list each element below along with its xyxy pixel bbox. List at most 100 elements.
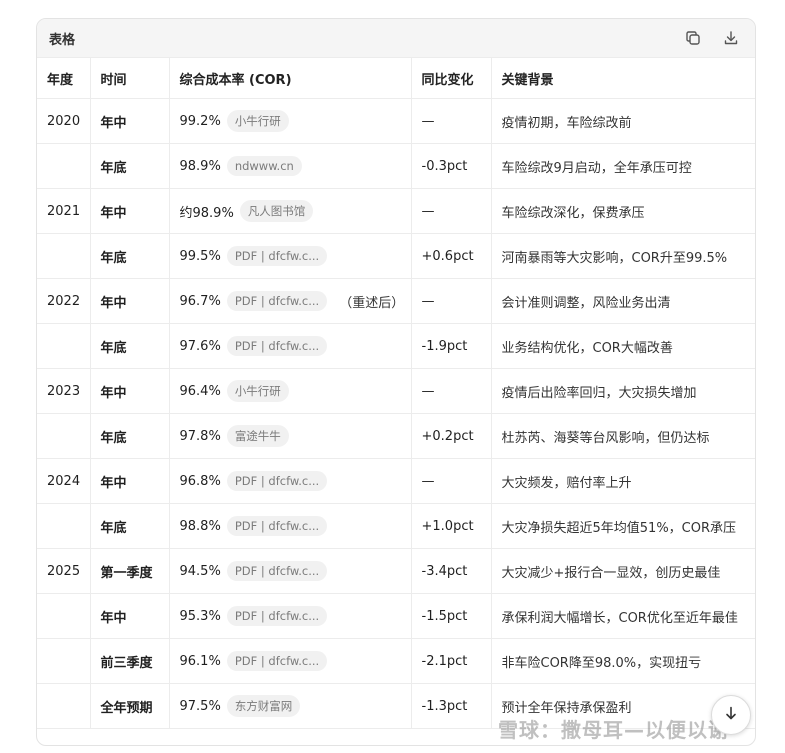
cell-cor: 97.5% 东方财富网 [169, 683, 412, 729]
table-row: 2022 年中 96.7% PDF | dfcfw.c... （重述后） — 会计准则调整，… [37, 278, 755, 324]
cell-year: 2022 [37, 278, 91, 324]
cell-year: 2023 [37, 368, 91, 414]
cell-time: 年中 [90, 188, 170, 234]
cell-change: -1.5pct [411, 593, 492, 639]
cell-cor: 96.8% PDF | dfcfw.c... [169, 458, 412, 504]
cell-cor: 96.7% PDF | dfcfw.c... （重述后） [169, 278, 412, 324]
table-header-row: 年度 时间 综合成本率 (COR) 同比变化 关键背景 [37, 58, 755, 99]
source-chip[interactable]: 富途牛牛 [226, 425, 289, 447]
cor-value: 约98.9% [179, 205, 234, 221]
cell-cor: 98.8% PDF | dfcfw.c... [169, 503, 412, 549]
cell-change: -1.9pct [411, 323, 492, 369]
cell-year [37, 233, 91, 279]
cell-background: 非车险COR降至98.0%，实现扭亏 [491, 638, 755, 684]
cell-background: 河南暴雨等大灾影响，COR升至99.5% [491, 233, 755, 279]
cell-change: — [411, 188, 492, 234]
cell-time: 第一季度 [90, 548, 170, 594]
cell-cor: 96.1% PDF | dfcfw.c... [169, 638, 412, 684]
header-year: 年度 [37, 58, 91, 99]
table-row: 年底 98.8% PDF | dfcfw.c... +1.0pct 大灾净损失超近5年均… [37, 503, 755, 549]
cell-year: 2025 [37, 548, 91, 594]
source-chip[interactable]: PDF | dfcfw.c... [226, 471, 328, 491]
cell-change: — [411, 458, 492, 504]
cell-year [37, 143, 91, 189]
copy-icon[interactable] [683, 28, 703, 48]
table-row: 2025 第一季度 94.5% PDF | dfcfw.c... -3.4pct 大灾减少… [37, 548, 755, 594]
cell-change: +0.2pct [411, 413, 492, 459]
cell-year: 2020 [37, 98, 91, 144]
scroll-down-button[interactable] [711, 695, 751, 735]
data-table: 年度 时间 综合成本率 (COR) 同比变化 关键背景 2020 年中 99.2% 小… [37, 58, 755, 729]
cell-time: 年中 [90, 593, 170, 639]
arrow-down-icon [723, 705, 739, 725]
source-chip[interactable]: PDF | dfcfw.c... [226, 651, 328, 671]
cor-value: 99.2% [179, 113, 221, 129]
cell-time: 年中 [90, 278, 170, 324]
cell-year [37, 503, 91, 549]
cell-background: 大灾减少+报行合一显效，创历史最佳 [491, 548, 755, 594]
header-time: 时间 [90, 58, 170, 99]
cell-background: 疫情初期，车险综改前 [491, 98, 755, 144]
source-chip[interactable]: PDF | dfcfw.c... [226, 336, 328, 356]
cell-change: — [411, 98, 492, 144]
cell-year [37, 323, 91, 369]
card-title: 表格 [49, 32, 76, 48]
cell-background: 会计准则调整，风险业务出清 [491, 278, 755, 324]
table-row: 年底 98.9% ndwww.cn -0.3pct 车险综改9月启动，全年承压可控 [37, 143, 755, 189]
cor-note: （重述后） [339, 295, 405, 311]
cell-time: 年底 [90, 503, 170, 549]
source-chip[interactable]: ndwww.cn [226, 156, 302, 176]
cor-value: 99.5% [179, 248, 221, 264]
cell-year [37, 593, 91, 639]
cell-year: 2021 [37, 188, 91, 234]
download-icon[interactable] [721, 28, 741, 48]
cell-change: -1.3pct [411, 683, 492, 729]
source-chip[interactable]: 凡人图书馆 [239, 200, 314, 222]
table-row: 2024 年中 96.8% PDF | dfcfw.c... — 大灾频发，赔付率上升 [37, 458, 755, 504]
cor-value: 98.8% [179, 518, 221, 534]
source-chip[interactable]: PDF | dfcfw.c... [226, 516, 328, 536]
cell-background: 疫情后出险率回归，大灾损失增加 [491, 368, 755, 414]
cell-background: 车险综改9月启动，全年承压可控 [491, 143, 755, 189]
cell-time: 全年预期 [90, 683, 170, 729]
cell-time: 年中 [90, 368, 170, 414]
cell-cor: 99.5% PDF | dfcfw.c... [169, 233, 412, 279]
table-row: 2020 年中 99.2% 小牛行研 — 疫情初期，车险综改前 [37, 98, 755, 144]
cell-cor: 约98.9% 凡人图书馆 [169, 188, 412, 234]
cell-time: 年底 [90, 323, 170, 369]
cell-year [37, 638, 91, 684]
cell-year [37, 413, 91, 459]
cor-value: 96.4% [179, 383, 221, 399]
cell-background: 业务结构优化，COR大幅改善 [491, 323, 755, 369]
cell-year [37, 683, 91, 729]
source-chip[interactable]: 小牛行研 [226, 380, 289, 402]
card-header: 表格 [37, 19, 755, 58]
table-row: 年底 97.6% PDF | dfcfw.c... -1.9pct 业务结构优化，COR… [37, 323, 755, 369]
source-chip[interactable]: PDF | dfcfw.c... [226, 291, 328, 311]
cell-change: -3.4pct [411, 548, 492, 594]
cell-background: 杜苏芮、海葵等台风影响，但仍达标 [491, 413, 755, 459]
header-change: 同比变化 [411, 58, 492, 99]
source-chip[interactable]: PDF | dfcfw.c... [226, 606, 328, 626]
cell-time: 年底 [90, 143, 170, 189]
cor-value: 96.8% [179, 473, 221, 489]
cell-cor: 94.5% PDF | dfcfw.c... [169, 548, 412, 594]
cell-time: 年中 [90, 98, 170, 144]
table-row: 年中 95.3% PDF | dfcfw.c... -1.5pct 承保利润大幅增长，C… [37, 593, 755, 639]
cell-cor: 95.3% PDF | dfcfw.c... [169, 593, 412, 639]
cell-change: +1.0pct [411, 503, 492, 549]
source-chip[interactable]: 东方财富网 [226, 695, 301, 717]
header-cor: 综合成本率 (COR) [169, 58, 412, 99]
cell-change: — [411, 368, 492, 414]
cell-change: +0.6pct [411, 233, 492, 279]
cell-time: 年底 [90, 233, 170, 279]
watermark: 雪球：撒母耳—以便以谢 [498, 718, 729, 742]
cell-cor: 98.9% ndwww.cn [169, 143, 412, 189]
header-actions [683, 28, 741, 48]
cell-background: 大灾频发，赔付率上升 [491, 458, 755, 504]
source-chip[interactable]: PDF | dfcfw.c... [226, 246, 328, 266]
cell-cor: 97.8% 富途牛牛 [169, 413, 412, 459]
source-chip[interactable]: 小牛行研 [226, 110, 289, 132]
source-chip[interactable]: PDF | dfcfw.c... [226, 561, 328, 581]
cell-cor: 97.6% PDF | dfcfw.c... [169, 323, 412, 369]
